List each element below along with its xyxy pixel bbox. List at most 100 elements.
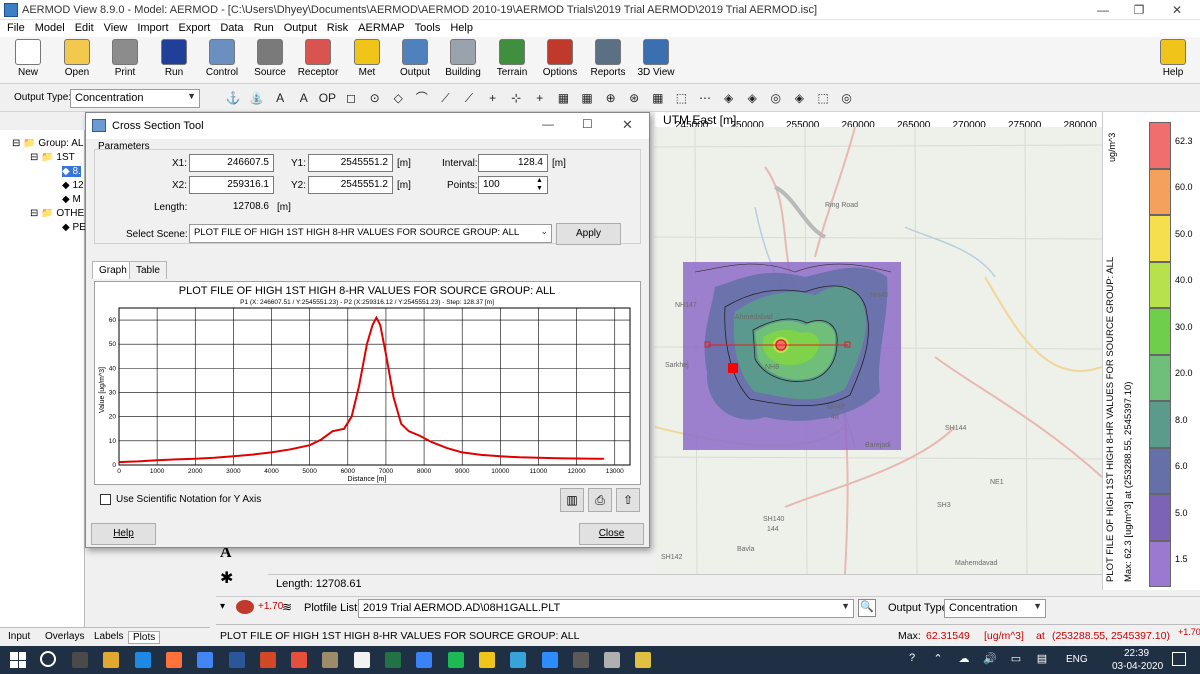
menu-export[interactable]: Export	[174, 20, 216, 37]
draw-tool-6-icon[interactable]: ◻	[342, 89, 360, 107]
taskbar-app-17-icon[interactable]	[572, 652, 589, 668]
draw-tool-12-icon[interactable]: +	[484, 89, 502, 107]
draw-tool-14-icon[interactable]: +	[531, 89, 549, 107]
tree-group-all[interactable]: ⊟ 📁 Group: AL	[12, 138, 83, 149]
y2-field[interactable]: 2545551.2	[308, 176, 393, 194]
dialog-close-button[interactable]: ✕	[622, 117, 633, 133]
draw-tool-10-icon[interactable]: ⟋	[436, 89, 454, 107]
toolbar-3d-view-button[interactable]: 3D View	[634, 39, 678, 83]
taskbar-app-7-icon[interactable]	[259, 652, 276, 668]
draw-tool-18-icon[interactable]: ⊛	[625, 89, 643, 107]
tray-2-icon[interactable]: ⌃	[930, 652, 946, 668]
tab-graph[interactable]: Graph	[92, 261, 134, 279]
y1-field[interactable]: 2545551.2	[308, 154, 393, 172]
draw-tool-7-icon[interactable]: ⊙	[366, 89, 384, 107]
taskbar-app-10-icon[interactable]	[353, 652, 370, 668]
tree-item-2[interactable]: ◆ 12	[62, 180, 84, 191]
taskbar-app-8-icon[interactable]	[291, 652, 308, 668]
asterisk-tool-icon[interactable]: ✱	[220, 568, 233, 588]
map-view[interactable]: Ring Road NH147 NH48 Sarkhej NH8 NH47 48 SH144 N…	[655, 127, 1102, 574]
tray-6-icon[interactable]: ▤	[1034, 652, 1050, 668]
tab-overlays[interactable]: Overlays	[45, 631, 84, 642]
toolbar-open-button[interactable]: Open	[59, 39, 95, 83]
x1-field[interactable]: 246607.5	[189, 154, 274, 172]
x2-field[interactable]: 259316.1	[189, 176, 274, 194]
toolbar-building-button[interactable]: Building	[441, 39, 485, 83]
tray-1-icon[interactable]: ?	[904, 652, 920, 668]
menu-run[interactable]: Run	[249, 20, 279, 37]
toolbar-receptor-button[interactable]: Receptor	[296, 39, 340, 83]
notification-icon[interactable]	[1172, 652, 1186, 666]
clock-time[interactable]: 22:39	[1124, 648, 1149, 659]
clock-date[interactable]: 03-04-2020	[1112, 661, 1163, 672]
close-window-button[interactable]: ✕	[1160, 0, 1194, 20]
start-icon[interactable]	[10, 652, 26, 668]
taskbar-app-9-icon[interactable]	[322, 652, 339, 668]
draw-tool-1-icon[interactable]: ⚓	[224, 89, 242, 107]
draw-tool-5-icon[interactable]: OP	[318, 89, 336, 107]
taskbar-app-19-icon[interactable]	[635, 652, 652, 668]
taskbar-app-16-icon[interactable]	[541, 652, 558, 668]
taskbar-app-12-icon[interactable]	[416, 652, 433, 668]
draw-tool-22-icon[interactable]: ◈	[720, 89, 738, 107]
contour-lines-icon[interactable]: ≋	[282, 600, 292, 614]
menu-view[interactable]: View	[99, 20, 133, 37]
draw-tool-16-icon[interactable]: ▦	[578, 89, 596, 107]
taskbar-app-18-icon[interactable]	[604, 652, 621, 668]
draw-tool-9-icon[interactable]: ⌒	[413, 89, 431, 107]
menu-risk[interactable]: Risk	[322, 20, 353, 37]
tray-3-icon[interactable]: ☁	[956, 652, 972, 668]
tree-item-1[interactable]: ◆ 8.	[62, 166, 81, 177]
toolbar-help-button[interactable]: Help	[1158, 39, 1188, 83]
toolbar-options-button[interactable]: Options	[539, 39, 581, 83]
draw-tool-27-icon[interactable]: ◎	[838, 89, 856, 107]
draw-tool-25-icon[interactable]: ◈	[790, 89, 808, 107]
tab-input[interactable]: Input	[8, 631, 30, 642]
plotbar-output-select[interactable]: Concentration ▼	[944, 599, 1046, 618]
plotfile-select[interactable]: 2019 Trial AERMOD.AD\08H1GALL.PLT ▼	[358, 599, 854, 618]
draw-tool-2-icon[interactable]: ⛲	[248, 89, 266, 107]
language-indicator[interactable]: ENG	[1066, 654, 1088, 665]
apply-button[interactable]: Apply	[556, 223, 621, 245]
draw-tool-4-icon[interactable]: A	[295, 89, 313, 107]
tray-4-icon[interactable]: 🔊	[982, 652, 998, 668]
taskbar-app-13-icon[interactable]	[447, 652, 464, 668]
tree-group-other[interactable]: ⊟ 📁 OTHE	[30, 208, 84, 219]
draw-tool-21-icon[interactable]: ⋯	[696, 89, 714, 107]
taskbar-app-1-icon[interactable]	[72, 652, 88, 668]
contour-fill-icon[interactable]	[236, 600, 254, 614]
taskbar-app-4-icon[interactable]	[165, 652, 182, 668]
draw-tool-23-icon[interactable]: ◈	[743, 89, 761, 107]
toolbar-output-button[interactable]: Output	[395, 39, 435, 83]
menu-aermap[interactable]: AERMAP	[353, 20, 409, 37]
plotfile-search-icon[interactable]: 🔍	[858, 599, 876, 617]
menu-model[interactable]: Model	[30, 20, 70, 37]
taskbar-app-2-icon[interactable]	[103, 652, 120, 668]
menu-help[interactable]: Help	[445, 20, 478, 37]
tab-plots[interactable]: Plots	[128, 631, 161, 644]
help-button[interactable]: Help	[91, 523, 156, 545]
toolbar-met-button[interactable]: Met	[349, 39, 385, 83]
toolbar-reports-button[interactable]: Reports	[587, 39, 629, 83]
taskbar-app-14-icon[interactable]	[478, 652, 495, 668]
draw-tool-24-icon[interactable]: ◎	[767, 89, 785, 107]
menu-output[interactable]: Output	[279, 20, 322, 37]
interval-field[interactable]: 128.4	[478, 154, 548, 172]
output-type-select[interactable]: Concentration ▼	[70, 89, 200, 108]
draw-tool-26-icon[interactable]: ⬚	[814, 89, 832, 107]
dialog-minimize-button[interactable]: —	[542, 117, 554, 131]
toolbar-control-button[interactable]: Control	[201, 39, 243, 83]
draw-tool-8-icon[interactable]: ◇	[389, 89, 407, 107]
toolbar-source-button[interactable]: Source	[250, 39, 290, 83]
draw-tool-20-icon[interactable]: ⬚	[672, 89, 690, 107]
taskbar-app-11-icon[interactable]	[385, 652, 401, 668]
select-scene-dropdown[interactable]: PLOT FILE OF HIGH 1ST HIGH 8-HR VALUES F…	[189, 224, 552, 243]
tree-item-other[interactable]: ◆ PE	[62, 222, 86, 233]
toolbar-terrain-button[interactable]: Terrain	[492, 39, 532, 83]
maximize-button[interactable]: ❐	[1122, 0, 1156, 20]
draw-tool-11-icon[interactable]: ⟋	[460, 89, 478, 107]
search-icon[interactable]	[40, 651, 56, 667]
chart-settings-icon[interactable]: ▥	[560, 488, 584, 512]
menu-file[interactable]: File	[2, 20, 30, 37]
tab-labels[interactable]: Labels	[94, 631, 123, 642]
